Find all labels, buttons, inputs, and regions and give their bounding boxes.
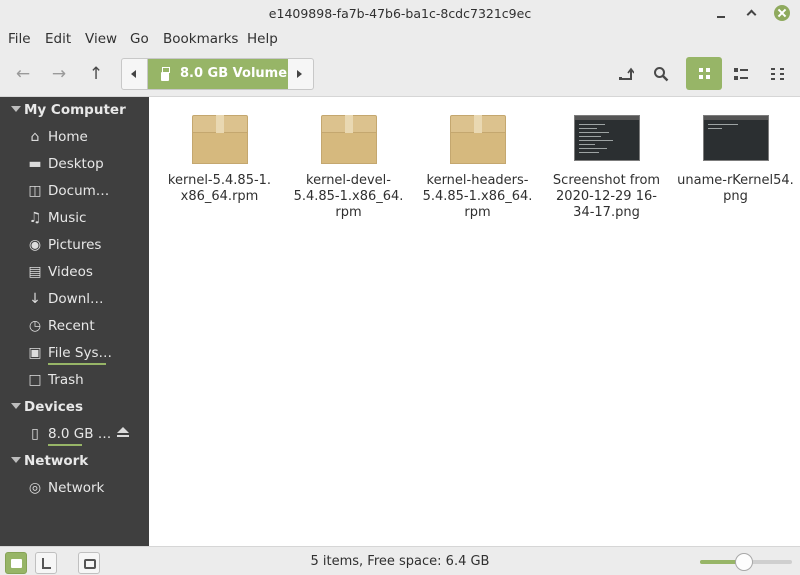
sidebar-item-downloads[interactable]: ↓ Downl… [0,286,149,313]
sidebar-item-network[interactable]: ◎ Network [0,475,149,502]
file-view[interactable]: kernel-5.4.85-1. x86_64.rpm kernel-devel-… [149,97,800,546]
document-icon: ◫ [28,183,42,199]
title-bar: e1409898-fa7b-47b6-ba1c-8cdc7321c9ec [0,0,800,27]
file-item[interactable]: kernel-5.4.85-1. x86_64.rpm [157,115,282,225]
menu-bookmarks[interactable]: Bookmarks [163,31,238,47]
window-title: e1409898-fa7b-47b6-ba1c-8cdc7321c9ec [268,6,532,21]
drive-icon: ▣ [28,345,42,361]
icon-view-button[interactable] [686,57,722,90]
sidebar-item-documents[interactable]: ◫ Docum… [0,178,149,205]
network-icon: ◎ [28,480,42,496]
path-scroll-left-button[interactable] [122,59,148,89]
clock-icon: ◷ [28,318,42,334]
sidebar-section-devices[interactable]: Devices [0,394,149,420]
zoom-slider[interactable] [700,553,792,571]
usb-drive-icon [161,67,170,81]
sidebar-item-music[interactable]: ♫ Music [0,205,149,232]
path-scroll-right-button[interactable] [287,59,313,89]
sidebar-item-file-system[interactable]: ▣ File Sys… [0,340,149,367]
sidebar-item-recent[interactable]: ◷ Recent [0,313,149,340]
film-icon: ▤ [28,264,42,280]
sidebar-item-volume[interactable]: ▯ 8.0 GB … [0,421,149,448]
list-icon [734,68,748,80]
file-item[interactable]: Screenshot from 2020-12-29 16- 34-17.png [544,115,669,225]
menu-bar: File Edit View Go Bookmarks Help [0,27,800,51]
chevron-down-icon [11,403,21,409]
file-item[interactable]: kernel-headers- 5.4.85-1.x86_64. rpm [415,115,540,225]
menu-file[interactable]: File [8,31,31,47]
compact-list-icon [771,68,784,80]
package-icon [191,115,248,165]
home-icon: ⌂ [30,129,40,145]
arrow-right-icon: → [51,64,67,84]
menu-edit[interactable]: Edit [45,31,71,47]
compact-view-button[interactable] [760,57,796,90]
file-name: kernel-5.4.85-1. x86_64.rpm [167,173,272,204]
sidebar-item-desktop[interactable]: ▬ Desktop [0,151,149,178]
sidebar-section-network[interactable]: Network [0,448,149,474]
status-text: 5 items, Free space: 6.4 GB [310,554,490,569]
status-bar: 5 items, Free space: 6.4 GB [0,546,800,575]
sidebar-item-home[interactable]: ⌂ Home [0,124,149,151]
file-item[interactable]: uname-rKernel54. png [673,115,798,225]
list-view-button[interactable] [723,57,759,90]
back-button[interactable]: ← [8,59,38,89]
search-icon [654,67,669,82]
menu-go[interactable]: Go [130,31,149,47]
maximize-button[interactable] [743,5,759,21]
arrow-left-icon: ← [15,64,31,84]
trash-icon: □ [28,372,42,388]
image-thumbnail [573,115,640,161]
music-icon: ♫ [28,210,42,226]
sidebar-section-my-computer[interactable]: My Computer [0,97,149,123]
eject-icon[interactable] [116,427,130,439]
package-icon [449,115,506,165]
camera-icon: ◉ [28,237,42,253]
location-toggle-icon [619,67,635,80]
chevron-down-icon [11,106,21,112]
search-button[interactable] [646,59,676,89]
arrow-up-icon: ↑ [88,64,104,84]
forward-button[interactable]: → [44,59,74,89]
file-name: kernel-devel- 5.4.85-1.x86_64. rpm [293,173,404,220]
sidebar-item-videos[interactable]: ▤ Videos [0,259,149,286]
package-icon [320,115,377,165]
sidebar-item-trash[interactable]: □ Trash [0,367,149,394]
toolbar: ← → ↑ [0,51,800,97]
usb-drive-icon: ▯ [31,426,39,442]
toggle-location-button[interactable] [611,59,641,89]
desktop-icon: ▬ [28,156,42,172]
grid-icon [699,68,710,79]
download-icon: ↓ [29,291,41,307]
parent-folder-button[interactable]: ↑ [81,59,111,89]
close-button[interactable] [774,5,790,21]
path-segment-label: 8.0 GB Volume [180,66,288,81]
path-segment-volume[interactable]: 8.0 GB Volume [148,59,288,89]
minimize-button[interactable] [713,5,729,21]
path-bar: 8.0 GB Volume [121,58,314,90]
file-name: Screenshot from 2020-12-29 16- 34-17.png [552,173,661,220]
capacity-bar [48,363,106,365]
image-thumbnail [702,115,769,161]
menu-help[interactable]: Help [247,31,278,47]
file-name: kernel-headers- 5.4.85-1.x86_64. rpm [422,173,533,220]
file-item[interactable]: kernel-devel- 5.4.85-1.x86_64. rpm [286,115,411,225]
file-name: uname-rKernel54. png [677,173,794,204]
menu-view[interactable]: View [85,31,117,47]
sidebar-item-pictures[interactable]: ◉ Pictures [0,232,149,259]
chevron-down-icon [11,457,21,463]
capacity-bar [48,444,82,446]
sidebar: My Computer ⌂ Home ▬ Desktop ◫ Docum… ♫ … [0,97,149,546]
